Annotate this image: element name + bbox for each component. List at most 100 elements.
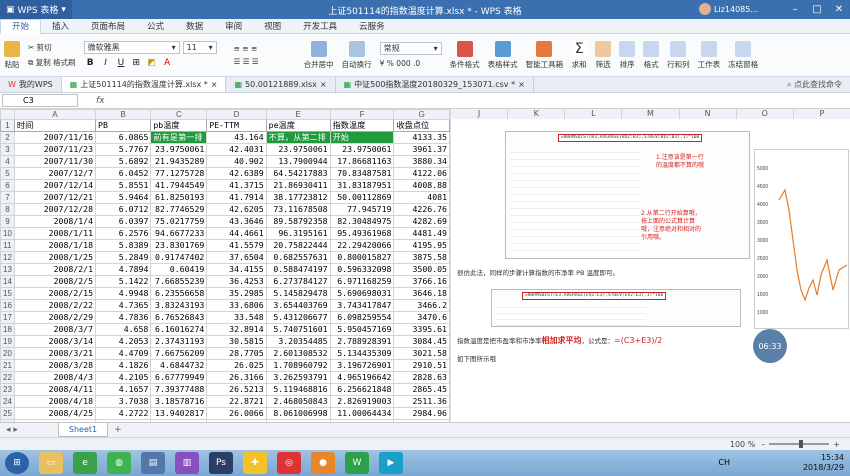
cell[interactable]: 33.548 [206,311,267,324]
cell[interactable]: 3395.61 [393,323,450,336]
worksheet-button[interactable]: 工作表 [694,35,725,75]
cell[interactable]: 2008/4/3 [13,371,97,384]
row-header[interactable]: 9 [0,215,15,228]
cell[interactable]: 3084.45 [393,335,450,348]
cell[interactable]: 4.2722 [95,407,152,420]
doc-tab-my-wps[interactable]: W 我的WPS [0,77,62,92]
cell[interactable]: 5.740751601 [265,323,331,336]
row-header[interactable]: 15 [0,287,15,300]
sheet-tab-sheet1[interactable]: Sheet1 [57,423,109,437]
cell[interactable]: 2008/3/14 [13,335,97,348]
select-all-corner[interactable] [0,109,15,120]
cell[interactable]: 6.2576 [95,227,152,240]
command-search[interactable]: ⌕ 点此查找命令 [787,79,850,90]
cell[interactable]: 73.11678508 [265,203,331,216]
cell[interactable]: 11.00064434 [329,407,395,420]
cell[interactable]: 64.54217883 [265,167,331,180]
cell[interactable]: 3466.2 [393,299,450,312]
cell[interactable]: 82.30484975 [329,215,395,228]
cell[interactable]: 2008/2/22 [13,299,97,312]
input-language[interactable]: CH [718,458,730,467]
row-header[interactable]: 16 [0,299,15,312]
note-cell[interactable]: 前有是第一排 [150,131,208,144]
cell[interactable]: 4195.95 [393,239,450,252]
cell[interactable]: 2.788928391 [329,335,395,348]
cell[interactable]: 41.5579 [206,239,267,252]
cell[interactable]: 5.8551 [95,179,152,192]
music-icon[interactable]: ◎ [277,452,301,474]
cell[interactable]: 2865.45 [393,383,450,396]
doc-tab-3[interactable]: ▦ 中证500指数温度20180329_153071.csv * × [336,77,534,92]
cell[interactable]: 0.800015827 [329,251,395,264]
cell[interactable]: 3.7038 [95,395,152,408]
column-header[interactable]: E [265,109,331,120]
freeze-panes-button[interactable]: 冻结窗格 [724,35,762,75]
close-icon[interactable]: × [320,80,327,89]
cell[interactable]: 30.5815 [206,335,267,348]
cell[interactable]: 37.6504 [206,251,267,264]
filter-button[interactable]: 筛选 [591,35,615,75]
cell[interactable]: 3.196726901 [329,359,395,372]
cell[interactable]: 6.0865 [95,131,152,144]
cell[interactable]: 94.6677233 [150,227,208,240]
cell[interactable]: 4.9948 [95,287,152,300]
cell[interactable]: 2.37431193 [150,335,208,348]
font-color-icon[interactable]: A [161,58,174,70]
cell[interactable]: 4.1657 [95,383,152,396]
cell[interactable]: 3646.18 [393,287,450,300]
cell[interactable]: 4133.35 [393,131,450,144]
cell[interactable]: 0.60419 [150,263,208,276]
video-timer[interactable]: 06:33 [753,329,787,363]
cell[interactable]: 3470.6 [393,311,450,324]
cell[interactable]: 2008/4/25 [13,407,97,420]
wps-spreadsheet-icon[interactable]: W [345,452,369,474]
cell[interactable]: 2007/11/30 [13,155,97,168]
column-header[interactable]: G [393,109,450,120]
fx-icon[interactable]: fx [96,96,105,106]
cell[interactable]: 5.690698031 [329,287,395,300]
row-header[interactable]: 1 [0,119,15,132]
cell[interactable]: 3.743417847 [329,299,395,312]
tutorial-screenshot-1[interactable]: =NORMSDIST(B3,AVERAGE(B$2:B3),STDEV(B$2:… [505,131,750,259]
italic-button[interactable]: I [99,58,112,70]
cell[interactable]: 50.00112869 [329,191,395,204]
cell[interactable]: 6.098259554 [329,311,395,324]
cell[interactable]: 2008/2/29 [13,311,97,324]
cell[interactable]: 2008/1/18 [13,239,97,252]
cell[interactable]: 3021.58 [393,347,450,360]
cell[interactable]: 3880.34 [393,155,450,168]
zoom-in-button[interactable]: + [833,440,840,449]
archive-icon[interactable]: ▥ [175,452,199,474]
cut-button[interactable]: ✂ 剪切 [28,42,76,53]
cell[interactable]: 41.7914 [206,191,267,204]
cell[interactable]: 32.8914 [206,323,267,336]
cell[interactable]: 41.3715 [206,179,267,192]
cell[interactable]: 5.119468816 [265,383,331,396]
cell[interactable]: 8.061006998 [265,407,331,420]
row-col-button[interactable]: 行和列 [663,35,694,75]
name-box[interactable]: C3 [2,94,78,107]
cell[interactable]: 7.66756209 [150,347,208,360]
cell[interactable]: 2007/11/23 [13,143,97,156]
cell[interactable]: 96.3195161 [265,227,331,240]
cell[interactable]: 4.2053 [95,335,152,348]
cell[interactable]: 6.76526843 [150,311,208,324]
cell[interactable]: 4282.69 [393,215,450,228]
cell[interactable]: 5.6892 [95,155,152,168]
cell[interactable]: 2008/1/25 [13,251,97,264]
cell[interactable]: 4.7836 [95,311,152,324]
cell[interactable]: 6.256621848 [329,383,395,396]
tab-developer[interactable]: 开发工具 [292,20,348,32]
cell[interactable]: 4.7365 [95,299,152,312]
row-header[interactable]: 21 [0,359,15,372]
cell[interactable]: 2007/12/14 [13,179,97,192]
cell[interactable]: 4.965196642 [329,371,395,384]
cell[interactable]: 42.6389 [206,167,267,180]
cell[interactable]: 5.2849 [95,251,152,264]
row-header[interactable]: 2 [0,131,15,144]
cell[interactable]: 61.8250193 [150,191,208,204]
fill-color-icon[interactable]: ◩ [145,58,158,70]
row-header[interactable]: 4 [0,155,15,168]
app-icon[interactable]: ● [311,452,335,474]
cell[interactable]: 35.2985 [206,287,267,300]
